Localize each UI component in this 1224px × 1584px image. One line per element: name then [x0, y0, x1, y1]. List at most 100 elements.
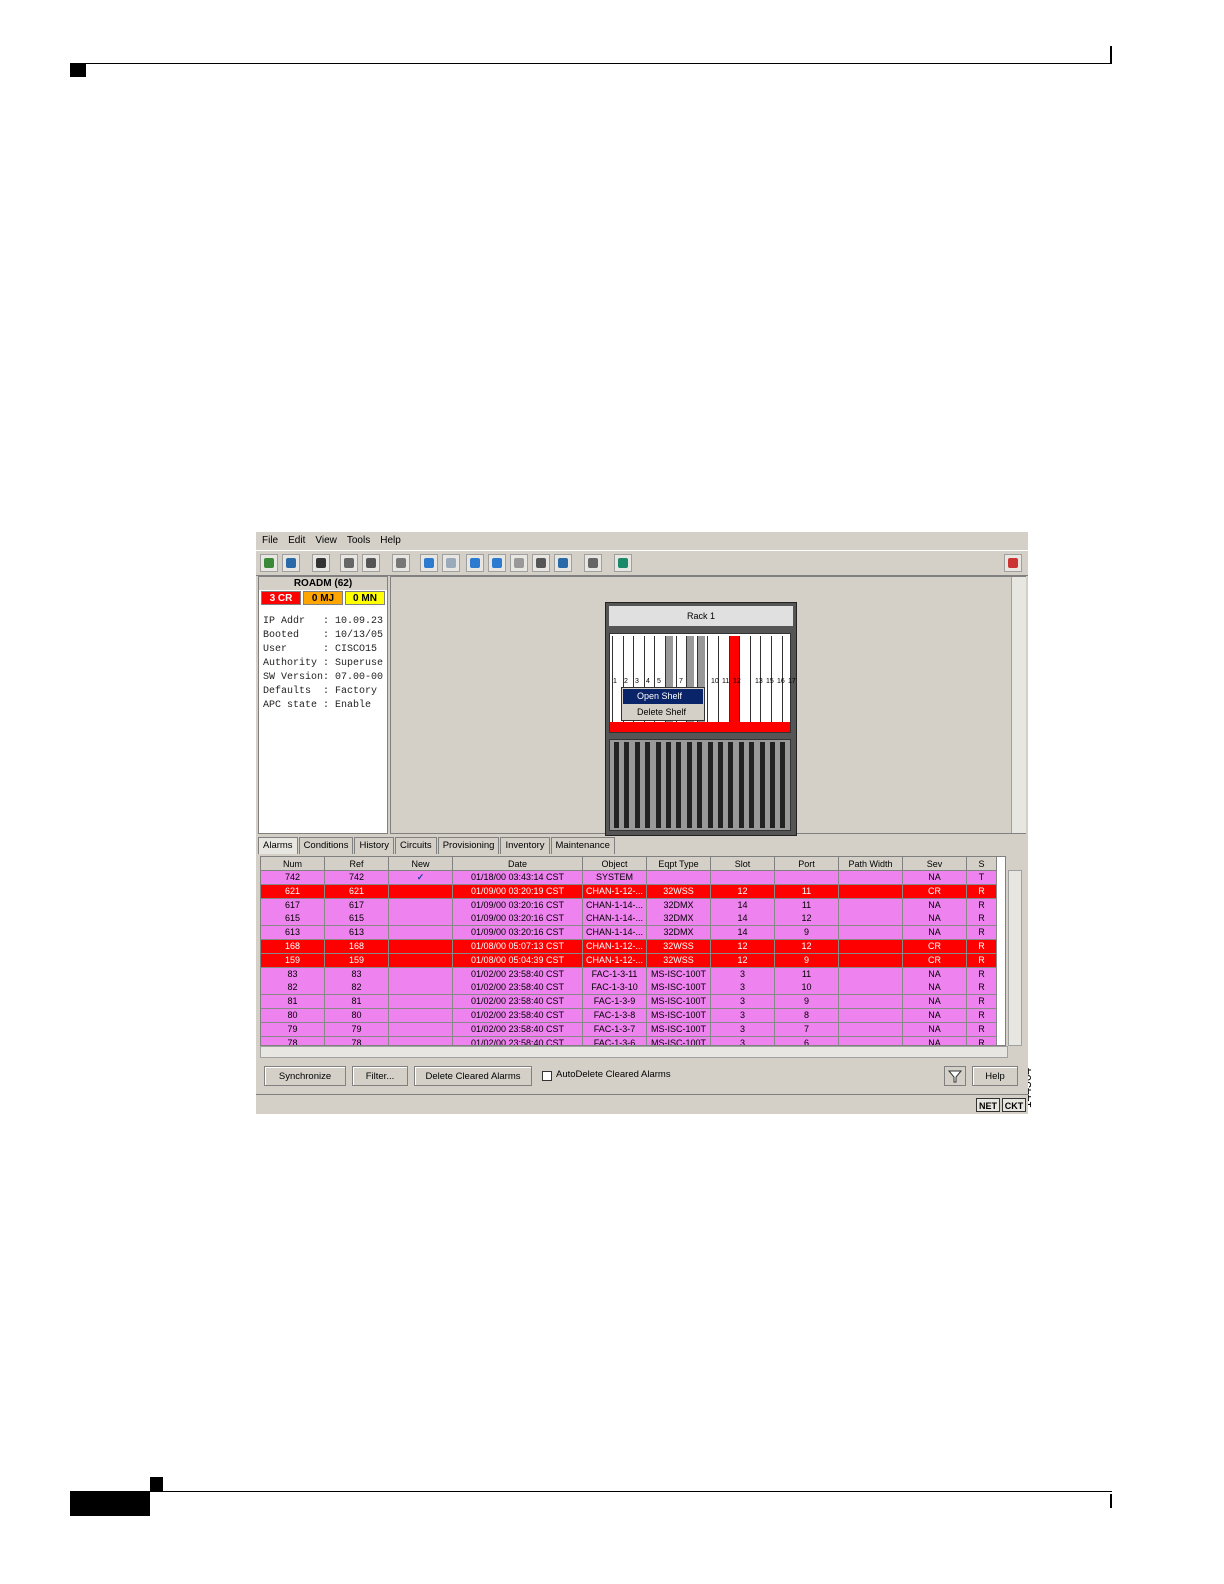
net-status: NET	[976, 1098, 1000, 1112]
empty-slot	[645, 742, 651, 828]
table-row[interactable]: 78 78 01/02/00 23:58:40 CST FAC-1-3-6 MS-ISC…	[261, 1036, 997, 1045]
cell-date: 01/08/00 05:07:13 CST	[453, 940, 583, 954]
globe-icon[interactable]	[260, 554, 278, 572]
toolbar	[256, 550, 1028, 576]
zoom-fit-icon[interactable]	[532, 554, 550, 572]
help-button[interactable]: Help	[972, 1066, 1018, 1086]
cell-eqpt-type: 32DMX	[647, 926, 711, 941]
cell-new	[389, 884, 453, 899]
filter-funnel-icon[interactable]	[944, 1066, 966, 1086]
empty-slot	[655, 742, 661, 828]
table-row[interactable]: 81 81 01/02/00 23:58:40 CST FAC-1-3-9 MS-ISC…	[261, 995, 997, 1010]
table-horizontal-scrollbar[interactable]	[260, 1046, 1008, 1058]
tab-alarms[interactable]: Alarms	[258, 837, 298, 854]
copy-window-icon[interactable]	[584, 554, 602, 572]
table-row[interactable]: 613 613 01/09/00 03:20:16 CST CHAN-1-14-...…	[261, 926, 997, 941]
table-row[interactable]: 615 615 01/09/00 03:20:16 CST CHAN-1-14-...…	[261, 912, 997, 927]
cell-path-width	[839, 884, 903, 899]
cell-path-width	[839, 1036, 903, 1045]
cell-new	[389, 1009, 453, 1023]
shelf-2[interactable]	[609, 739, 791, 831]
cell-ref: 615	[325, 912, 389, 927]
menu-file[interactable]: File	[262, 535, 278, 546]
column-header-eqpt-type[interactable]: Eqpt Type	[647, 857, 711, 871]
column-header-object[interactable]: Object	[583, 857, 647, 871]
network-icon[interactable]	[282, 554, 300, 572]
table-row[interactable]: 621 621 01/09/00 03:20:19 CST CHAN-1-12-...…	[261, 884, 997, 899]
tab-conditions[interactable]: Conditions	[298, 837, 354, 854]
arrow-right-icon[interactable]	[442, 554, 460, 572]
table-row[interactable]: 83 83 01/02/00 23:58:40 CST FAC-1-3-11 MS-IS…	[261, 967, 997, 982]
table-row[interactable]: 617 617 01/09/00 03:20:16 CST CHAN-1-14-...…	[261, 898, 997, 913]
cell-sev: NA	[903, 967, 967, 982]
alert-icon[interactable]	[1004, 554, 1022, 572]
tab-provisioning[interactable]: Provisioning	[437, 837, 500, 854]
slot-number: 3	[635, 678, 639, 685]
table-row[interactable]: 159 159 01/08/00 05:04:39 CST CHAN-1-12-...…	[261, 953, 997, 968]
empty-slot	[718, 742, 723, 828]
menu-tools[interactable]: Tools	[347, 535, 370, 546]
table-row[interactable]: 79 79 01/02/00 23:58:40 CST FAC-1-3-7 MS-ISC…	[261, 1022, 997, 1037]
empty-slot	[749, 742, 755, 828]
status-bar: NET CKT	[256, 1094, 1028, 1114]
table-vertical-scrollbar[interactable]	[1008, 870, 1022, 1046]
tab-history[interactable]: History	[354, 837, 395, 854]
cell-path-width	[839, 940, 903, 954]
synchronize-button[interactable]: Synchronize	[264, 1066, 346, 1086]
table-row[interactable]: 80 80 01/02/00 23:58:40 CST FAC-1-3-8 MS-ISC…	[261, 1009, 997, 1023]
column-header-sev[interactable]: Sev	[903, 857, 967, 871]
rack-view-scrollbar[interactable]	[1011, 577, 1026, 833]
cell-st: R	[967, 926, 997, 941]
menu-help[interactable]: Help	[380, 535, 401, 546]
cell-sev: NA	[903, 871, 967, 885]
arrow-down-icon[interactable]	[488, 554, 506, 572]
cell-path-width	[839, 898, 903, 913]
arrow-up-icon[interactable]	[466, 554, 484, 572]
cell-object: CHAN-1-14-...	[583, 926, 647, 941]
column-header-path-width[interactable]: Path Width	[839, 857, 903, 871]
preferences-icon[interactable]	[392, 554, 410, 572]
tab-circuits[interactable]: Circuits	[395, 837, 437, 854]
print-icon[interactable]	[340, 554, 358, 572]
column-header-date[interactable]: Date	[453, 857, 583, 871]
cell-object: FAC-1-3-9	[583, 995, 647, 1010]
table-row[interactable]: 742 742 ✓ 01/18/00 03:43:14 CST SYSTEM NA T	[261, 871, 997, 885]
delete-cleared-alarms-button[interactable]: Delete Cleared Alarms	[414, 1066, 532, 1086]
column-header-ref[interactable]: Ref	[325, 857, 389, 871]
cell-date: 01/09/00 03:20:19 CST	[453, 884, 583, 899]
tab-maintenance[interactable]: Maintenance	[550, 837, 615, 854]
cell-num: 615	[261, 912, 325, 927]
refresh-network-icon[interactable]	[554, 554, 572, 572]
lock-icon[interactable]	[312, 554, 330, 572]
home-icon[interactable]	[510, 554, 528, 572]
arrow-left-icon[interactable]	[420, 554, 438, 572]
cell-object: FAC-1-3-8	[583, 1009, 647, 1023]
cell-path-width	[839, 953, 903, 968]
menu-view[interactable]: View	[315, 535, 337, 546]
autodelete-checkbox[interactable]	[542, 1071, 552, 1081]
table-row[interactable]: 168 168 01/08/00 05:07:13 CST CHAN-1-12-...…	[261, 940, 997, 954]
cell-port: 12	[775, 940, 839, 954]
column-header-port[interactable]: Port	[775, 857, 839, 871]
node-view-icon[interactable]	[614, 554, 632, 572]
cell-slot: 3	[711, 1022, 775, 1037]
tab-inventory[interactable]: Inventory	[500, 837, 550, 854]
cell-new	[389, 898, 453, 913]
column-header-st[interactable]: S	[967, 857, 997, 871]
cell-path-width	[839, 871, 903, 885]
column-header-slot[interactable]: Slot	[711, 857, 775, 871]
column-header-num[interactable]: Num	[261, 857, 325, 871]
cell-object: FAC-1-3-10	[583, 981, 647, 996]
table-row[interactable]: 82 82 01/02/00 23:58:40 CST FAC-1-3-10 MS-IS…	[261, 981, 997, 996]
cell-new	[389, 912, 453, 927]
filter-button[interactable]: Filter...	[352, 1066, 408, 1086]
open-shelf-menu-item[interactable]: Open Shelf	[623, 689, 703, 704]
column-header-new[interactable]: New	[389, 857, 453, 871]
cell-ref: 621	[325, 884, 389, 899]
menu-edit[interactable]: Edit	[288, 535, 305, 546]
cell-ref: 613	[325, 926, 389, 941]
major-count-badge: 0 MJ	[303, 591, 343, 605]
cell-port: 12	[775, 912, 839, 927]
delete-shelf-menu-item[interactable]: Delete Shelf	[623, 705, 703, 720]
export-icon[interactable]	[362, 554, 380, 572]
